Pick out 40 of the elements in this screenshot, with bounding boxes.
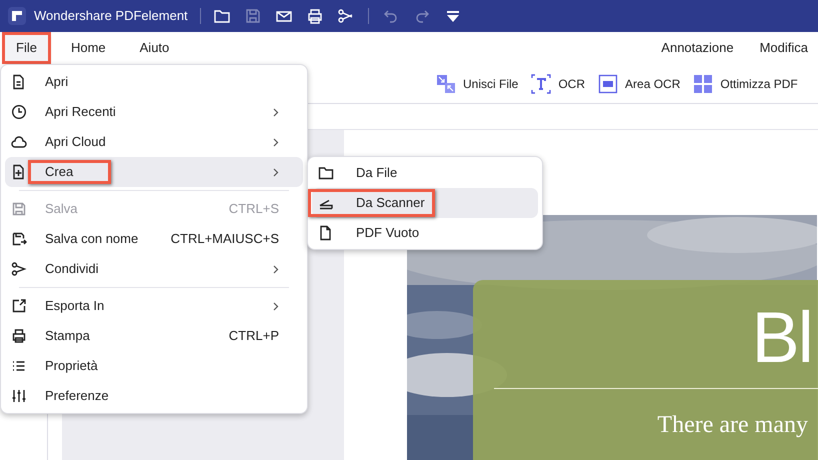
- menu-tab[interactable]: Modifica: [760, 38, 808, 58]
- document-heading: Bl: [752, 302, 812, 374]
- ocr-icon: [531, 74, 552, 94]
- folder-icon: [318, 165, 334, 181]
- area-ocr-icon: [598, 74, 618, 94]
- menu-item[interactable]: PDF Vuoto: [312, 218, 538, 248]
- menu-item[interactable]: Apri Recenti: [5, 97, 303, 127]
- clock-icon: [11, 104, 27, 120]
- toolbar-button[interactable]: OCR: [531, 74, 586, 94]
- menu-item[interactable]: Crea: [5, 157, 303, 187]
- document-subtitle: There are many: [657, 411, 808, 440]
- merge-icon: [436, 74, 456, 94]
- menu-item[interactable]: Da File: [312, 158, 538, 188]
- menu-tab[interactable]: Annotazione: [661, 38, 734, 58]
- save-as-icon: [11, 231, 27, 247]
- menu-item[interactable]: Proprietà: [5, 351, 303, 381]
- window-title: Wondershare PDFelement: [34, 7, 188, 26]
- printer-icon: [11, 328, 27, 344]
- printer-icon[interactable]: [306, 7, 324, 25]
- toolbar-button[interactable]: Ottimizza PDF: [693, 74, 798, 94]
- menu-item[interactable]: Apri Cloud: [5, 127, 303, 157]
- toolbar-button[interactable]: Area OCR: [598, 74, 680, 94]
- menu-tab[interactable]: File: [5, 35, 48, 61]
- menu-item[interactable]: Apri: [5, 67, 303, 97]
- menu-tab[interactable]: Aiuto: [128, 35, 180, 61]
- menu-item[interactable]: Salva con nome CTRL+MAIUSC+S: [5, 224, 303, 254]
- menu-item[interactable]: Stampa CTRL+P: [5, 321, 303, 351]
- menu-item[interactable]: Esporta In: [5, 291, 303, 321]
- compress-icon: [693, 74, 714, 94]
- toolbar-button[interactable]: Unisci File: [436, 74, 518, 94]
- menu-tab[interactable]: Home: [60, 35, 117, 61]
- share-icon: [11, 261, 27, 277]
- menu-item[interactable]: Preferenze: [5, 381, 303, 411]
- sliders-icon: [11, 388, 27, 404]
- share-icon[interactable]: [336, 7, 355, 25]
- app-logo-icon: [8, 7, 26, 25]
- save-icon: [11, 201, 27, 217]
- export-icon: [11, 298, 27, 314]
- menu-item[interactable]: Condividi: [5, 254, 303, 284]
- cloud-icon: [11, 134, 27, 150]
